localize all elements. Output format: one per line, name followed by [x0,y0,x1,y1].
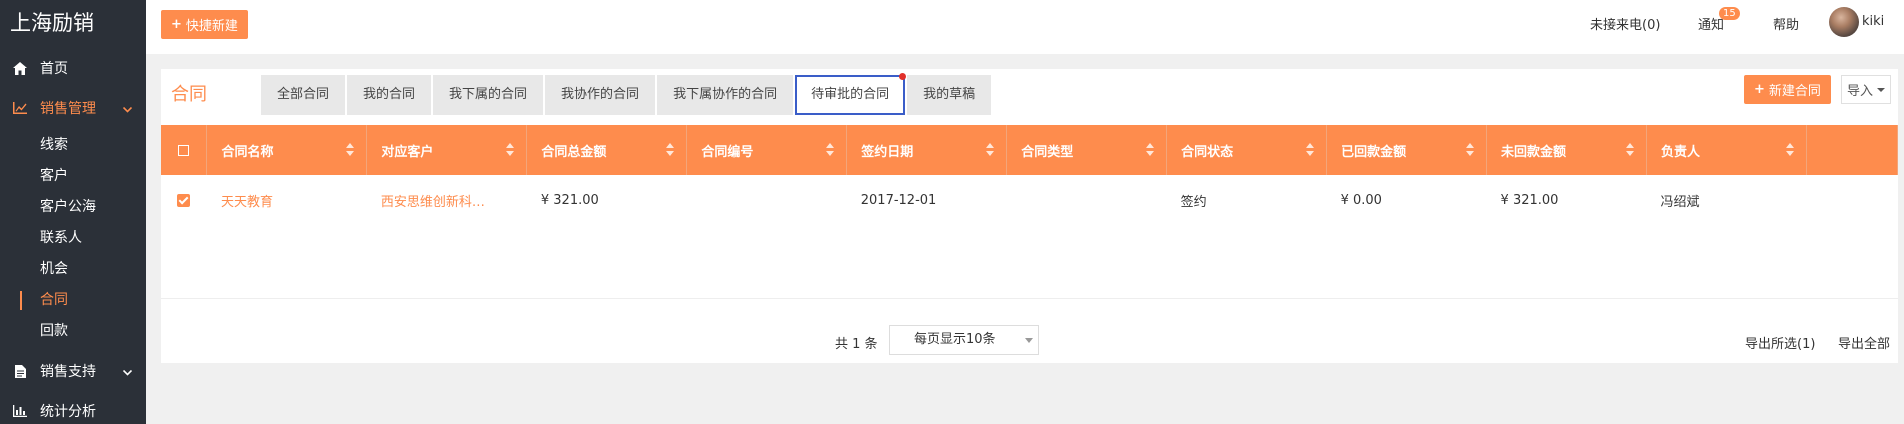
brand-logo: 上海励销 [10,11,94,35]
sidebar-item-statistics[interactable]: 统计分析 [0,391,146,424]
column-header-spacer [1806,125,1899,175]
tab-my-drafts[interactable]: 我的草稿 [907,75,992,115]
new-contract-label: 新建合同 [1768,84,1821,99]
unreceived-amount-cell: ¥ 321.00 [1500,192,1559,208]
received-amount-cell: ¥ 0.00 [1340,192,1382,208]
import-dropdown[interactable]: 导入 [1841,75,1891,104]
new-contract-button[interactable]: + 新建合同 [1744,75,1831,104]
select-all-header [161,125,208,175]
total-count: 共 1 条 [835,337,878,352]
missed-calls-link[interactable]: 未接来电(0) [1590,14,1660,33]
table-footer: 共 1 条 每页显示10条 导出所选(1) 导出全部 [161,323,1898,363]
page-title: 合同 [171,84,207,105]
page-size-select[interactable]: 每页显示10条 [889,325,1039,355]
sidebar-item-payments[interactable]: 回款 [0,316,146,347]
avatar[interactable] [1829,7,1859,37]
sidebar-item-label: 销售支持 [40,364,96,380]
sort-icon[interactable] [506,143,515,157]
sort-icon[interactable] [1146,143,1155,157]
sidebar: 上海励销 首页 销售管理 线索 客户 客户公海 联系人 机会 合同 回款 销售支… [0,0,146,424]
total-amount-cell: ¥ 321.00 [540,192,599,208]
username[interactable]: kiki [1862,14,1884,29]
tab-subordinate-contracts[interactable]: 我下属的合同 [433,75,544,115]
column-header[interactable]: 合同类型 [1006,125,1168,175]
quick-new-button[interactable]: + 快捷新建 [161,10,248,39]
column-header[interactable]: 对应客户 [366,125,528,175]
sign-date-cell: 2017-12-01 [860,192,937,208]
sidebar-item-leads[interactable]: 线索 [0,130,146,161]
notification-dot [899,73,907,80]
chart-icon [12,100,28,116]
sidebar-item-sales-management[interactable]: 销售管理 [0,88,146,128]
sidebar-item-customer-pool[interactable]: 客户公海 [0,192,146,223]
table-empty-space [161,225,1898,299]
row-checkbox[interactable] [177,193,191,207]
table-row: 天天教育 西安思维创新科… ¥ 321.00 2017-12-01 签约 ¥ 0… [161,175,1898,225]
tab-pending-approval[interactable]: 待审批的合同 [795,73,907,115]
column-header[interactable]: 合同编号 [686,125,848,175]
export-selected-link[interactable]: 导出所选(1) [1745,333,1815,352]
contract-name-link[interactable]: 天天教育 [207,175,367,225]
contract-tabs: 全部合同 我的合同 我下属的合同 我协作的合同 我下属协作的合同 待审批的合同 … [261,73,993,115]
column-header[interactable]: 负责人 [1646,125,1807,175]
import-label: 导入 [1846,84,1873,99]
tab-subordinate-collaborated-contracts[interactable]: 我下属协作的合同 [657,75,794,115]
plus-icon: + [1754,82,1765,97]
column-header[interactable]: 合同总金额 [526,125,688,175]
contract-type-cell [1007,175,1167,225]
column-header[interactable]: 未回款金额 [1486,125,1647,175]
tab-label: 待审批的合同 [811,87,890,102]
contract-number-cell [687,175,847,225]
row-select-cell [161,175,207,225]
sort-icon[interactable] [1306,143,1315,157]
sidebar-item-contracts[interactable]: 合同 [0,285,146,316]
quick-new-label: 快捷新建 [185,19,238,34]
home-icon [12,60,28,76]
sort-icon[interactable] [666,143,675,157]
tab-all-contracts[interactable]: 全部合同 [261,75,346,115]
contract-status-cell: 签约 [1180,194,1207,210]
sort-icon[interactable] [986,143,995,157]
sidebar-item-contacts[interactable]: 联系人 [0,223,146,254]
column-header[interactable]: 合同状态 [1166,125,1328,175]
tab-my-contracts[interactable]: 我的合同 [347,75,432,115]
bar-chart-icon [12,403,28,419]
column-header[interactable]: 合同名称 [206,125,368,175]
export-all-link[interactable]: 导出全部 [1838,333,1890,352]
select-all-checkbox[interactable] [178,144,190,156]
column-header[interactable]: 已回款金额 [1326,125,1488,175]
column-header[interactable]: 签约日期 [846,125,1008,175]
contracts-table: 合同名称 对应客户 合同总金额 合同编号 签约日期 合同类型 合同状态 已回款金… [161,125,1899,299]
sort-icon[interactable] [1785,143,1794,157]
customer-link[interactable]: 西安思维创新科… [367,175,527,225]
owner-cell: 冯绍斌 [1660,194,1700,210]
contracts-panel: 合同 全部合同 我的合同 我下属的合同 我协作的合同 我下属协作的合同 待审批的… [161,69,1899,363]
sidebar-item-customers[interactable]: 客户 [0,161,146,192]
sidebar-item-home[interactable]: 首页 [0,48,146,88]
sort-icon[interactable] [826,143,835,157]
sort-icon[interactable] [1466,143,1475,157]
sort-icon[interactable] [1626,143,1634,157]
sidebar-item-label: 统计分析 [40,404,96,420]
notification-count-badge: 15 [1719,7,1740,20]
help-link[interactable]: 帮助 [1773,14,1799,33]
caret-down-icon [1877,87,1885,92]
empty-cell [1806,175,1897,225]
sidebar-item-sales-support[interactable]: 销售支持 [0,351,146,391]
document-icon [12,363,28,379]
sidebar-item-opportunities[interactable]: 机会 [0,254,146,285]
page-size-label: 每页显示10条 [914,332,996,347]
sidebar-item-label: 首页 [40,61,68,77]
tab-collaborated-contracts[interactable]: 我协作的合同 [545,75,656,115]
sales-submenu: 线索 客户 客户公海 联系人 机会 合同 回款 [0,128,146,351]
caret-down-icon [1025,338,1033,343]
plus-icon: + [171,17,182,32]
sidebar-item-label: 销售管理 [40,101,96,117]
chevron-down-icon [122,101,133,117]
chevron-down-icon [122,364,133,380]
top-bar: + 快捷新建 未接来电(0) 通知 15 帮助 kiki [146,0,1904,54]
sort-icon[interactable] [346,143,355,157]
